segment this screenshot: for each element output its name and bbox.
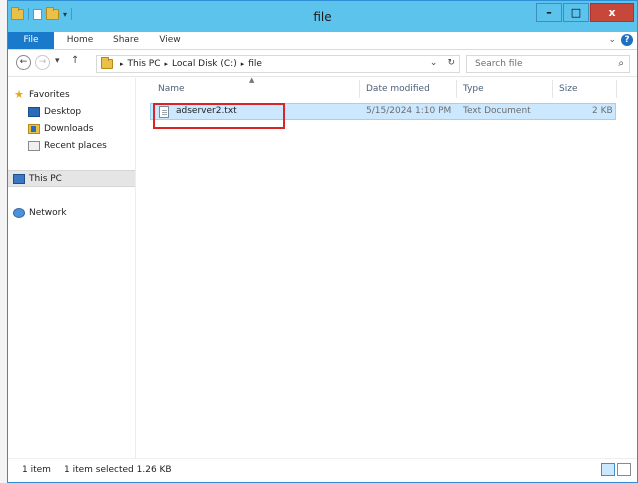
address-tools: ⌄ ↻ — [430, 58, 455, 68]
status-bar: 1 item 1 item selected 1.26 KB — [8, 458, 637, 482]
search-box[interactable]: Search file ⌕ — [466, 55, 630, 73]
tab-home[interactable]: Home — [60, 32, 100, 49]
nav-item-label: Network — [29, 207, 67, 218]
title-bar[interactable]: ▾ file – □ x — [8, 1, 637, 32]
breadcrumb-this-pc[interactable]: This PC — [128, 59, 161, 70]
recent-places-icon — [28, 140, 40, 151]
breadcrumb-local-disk[interactable]: Local Disk (C:) — [172, 59, 237, 70]
network-icon — [13, 207, 25, 218]
nav-item-desktop[interactable]: Desktop — [8, 103, 135, 120]
column-divider[interactable] — [552, 80, 553, 98]
address-dropdown-icon[interactable]: ⌄ — [430, 58, 438, 68]
nav-item-network[interactable]: Network — [8, 204, 135, 221]
computer-icon — [13, 173, 25, 184]
nav-item-label: This PC — [29, 173, 62, 184]
tab-file[interactable]: File — [8, 32, 54, 49]
column-divider[interactable] — [359, 80, 360, 98]
nav-item-label: Downloads — [44, 123, 94, 134]
highlight-box — [153, 103, 285, 129]
search-icon[interactable]: ⌕ — [618, 58, 624, 69]
up-button[interactable]: ↑ — [71, 55, 79, 66]
breadcrumb-file[interactable]: file — [248, 59, 262, 70]
column-header-size[interactable]: Size — [559, 78, 619, 100]
breadcrumb-separator-icon[interactable]: ▸ — [241, 59, 245, 70]
expand-ribbon-icon[interactable]: ⌄ — [608, 35, 616, 45]
desktop-icon — [28, 106, 40, 117]
nav-item-label: Desktop — [44, 106, 82, 117]
column-divider[interactable] — [456, 80, 457, 98]
recent-locations-icon[interactable]: ▾ — [55, 56, 60, 66]
nav-item-downloads[interactable]: Downloads — [8, 120, 135, 137]
nav-item-recent-places[interactable]: Recent places — [8, 137, 135, 154]
ribbon-controls: ⌄ ? — [608, 34, 633, 46]
large-icons-view-button[interactable] — [617, 463, 631, 476]
maximize-button[interactable]: □ — [563, 3, 589, 22]
tab-view[interactable]: View — [152, 32, 188, 49]
address-bar[interactable]: ▸ This PC ▸ Local Disk (C:) ▸ file ⌄ ↻ — [96, 55, 460, 73]
nav-item-favorites[interactable]: ★ Favorites — [8, 86, 135, 103]
file-type: Text Document — [463, 106, 531, 116]
nav-item-label: Favorites — [29, 89, 70, 100]
nav-item-label: Recent places — [44, 140, 107, 151]
breadcrumb-separator-icon: ▸ — [120, 60, 124, 68]
tab-share[interactable]: Share — [106, 32, 146, 49]
minimize-button[interactable]: – — [536, 3, 562, 22]
refresh-icon[interactable]: ↻ — [447, 58, 455, 68]
file-date-modified: 5/15/2024 1:10 PM — [366, 106, 452, 116]
downloads-icon — [28, 123, 40, 134]
column-divider[interactable] — [616, 80, 617, 98]
nav-item-this-pc[interactable]: This PC — [8, 170, 135, 187]
search-input[interactable]: Search file — [475, 59, 523, 69]
ribbon-tabs: File Home Share View ⌄ ? — [8, 32, 637, 50]
help-icon[interactable]: ? — [621, 34, 633, 46]
file-size: 2 KB — [592, 106, 613, 116]
details-view-button[interactable] — [601, 463, 615, 476]
column-header-date-modified[interactable]: Date modified — [366, 78, 456, 100]
window-controls: – □ x — [536, 3, 634, 22]
breadcrumb-separator-icon[interactable]: ▸ — [164, 59, 168, 70]
close-button[interactable]: x — [590, 3, 634, 22]
forward-button[interactable]: → — [35, 55, 50, 70]
view-switcher — [601, 463, 631, 476]
column-header-name[interactable]: Name — [158, 78, 358, 100]
file-explorer-window: ▾ file – □ x File Home Share View ⌄ ? ← … — [7, 0, 638, 483]
status-selection: 1 item selected 1.26 KB — [64, 465, 172, 475]
file-list: ▲ Name Date modified Type Size adserver2… — [144, 76, 637, 458]
column-header-type[interactable]: Type — [463, 78, 553, 100]
address-row: ← → ▾ ↑ ▸ This PC ▸ Local Disk (C:) ▸ fi… — [8, 51, 637, 77]
folder-icon — [101, 57, 113, 69]
status-item-count: 1 item — [22, 465, 51, 475]
navigation-pane: ★ Favorites Desktop Downloads Recent pla… — [8, 78, 136, 458]
star-icon: ★ — [14, 87, 24, 101]
back-button[interactable]: ← — [16, 55, 31, 70]
breadcrumb: ▸ This PC ▸ Local Disk (C:) ▸ file — [120, 59, 262, 70]
